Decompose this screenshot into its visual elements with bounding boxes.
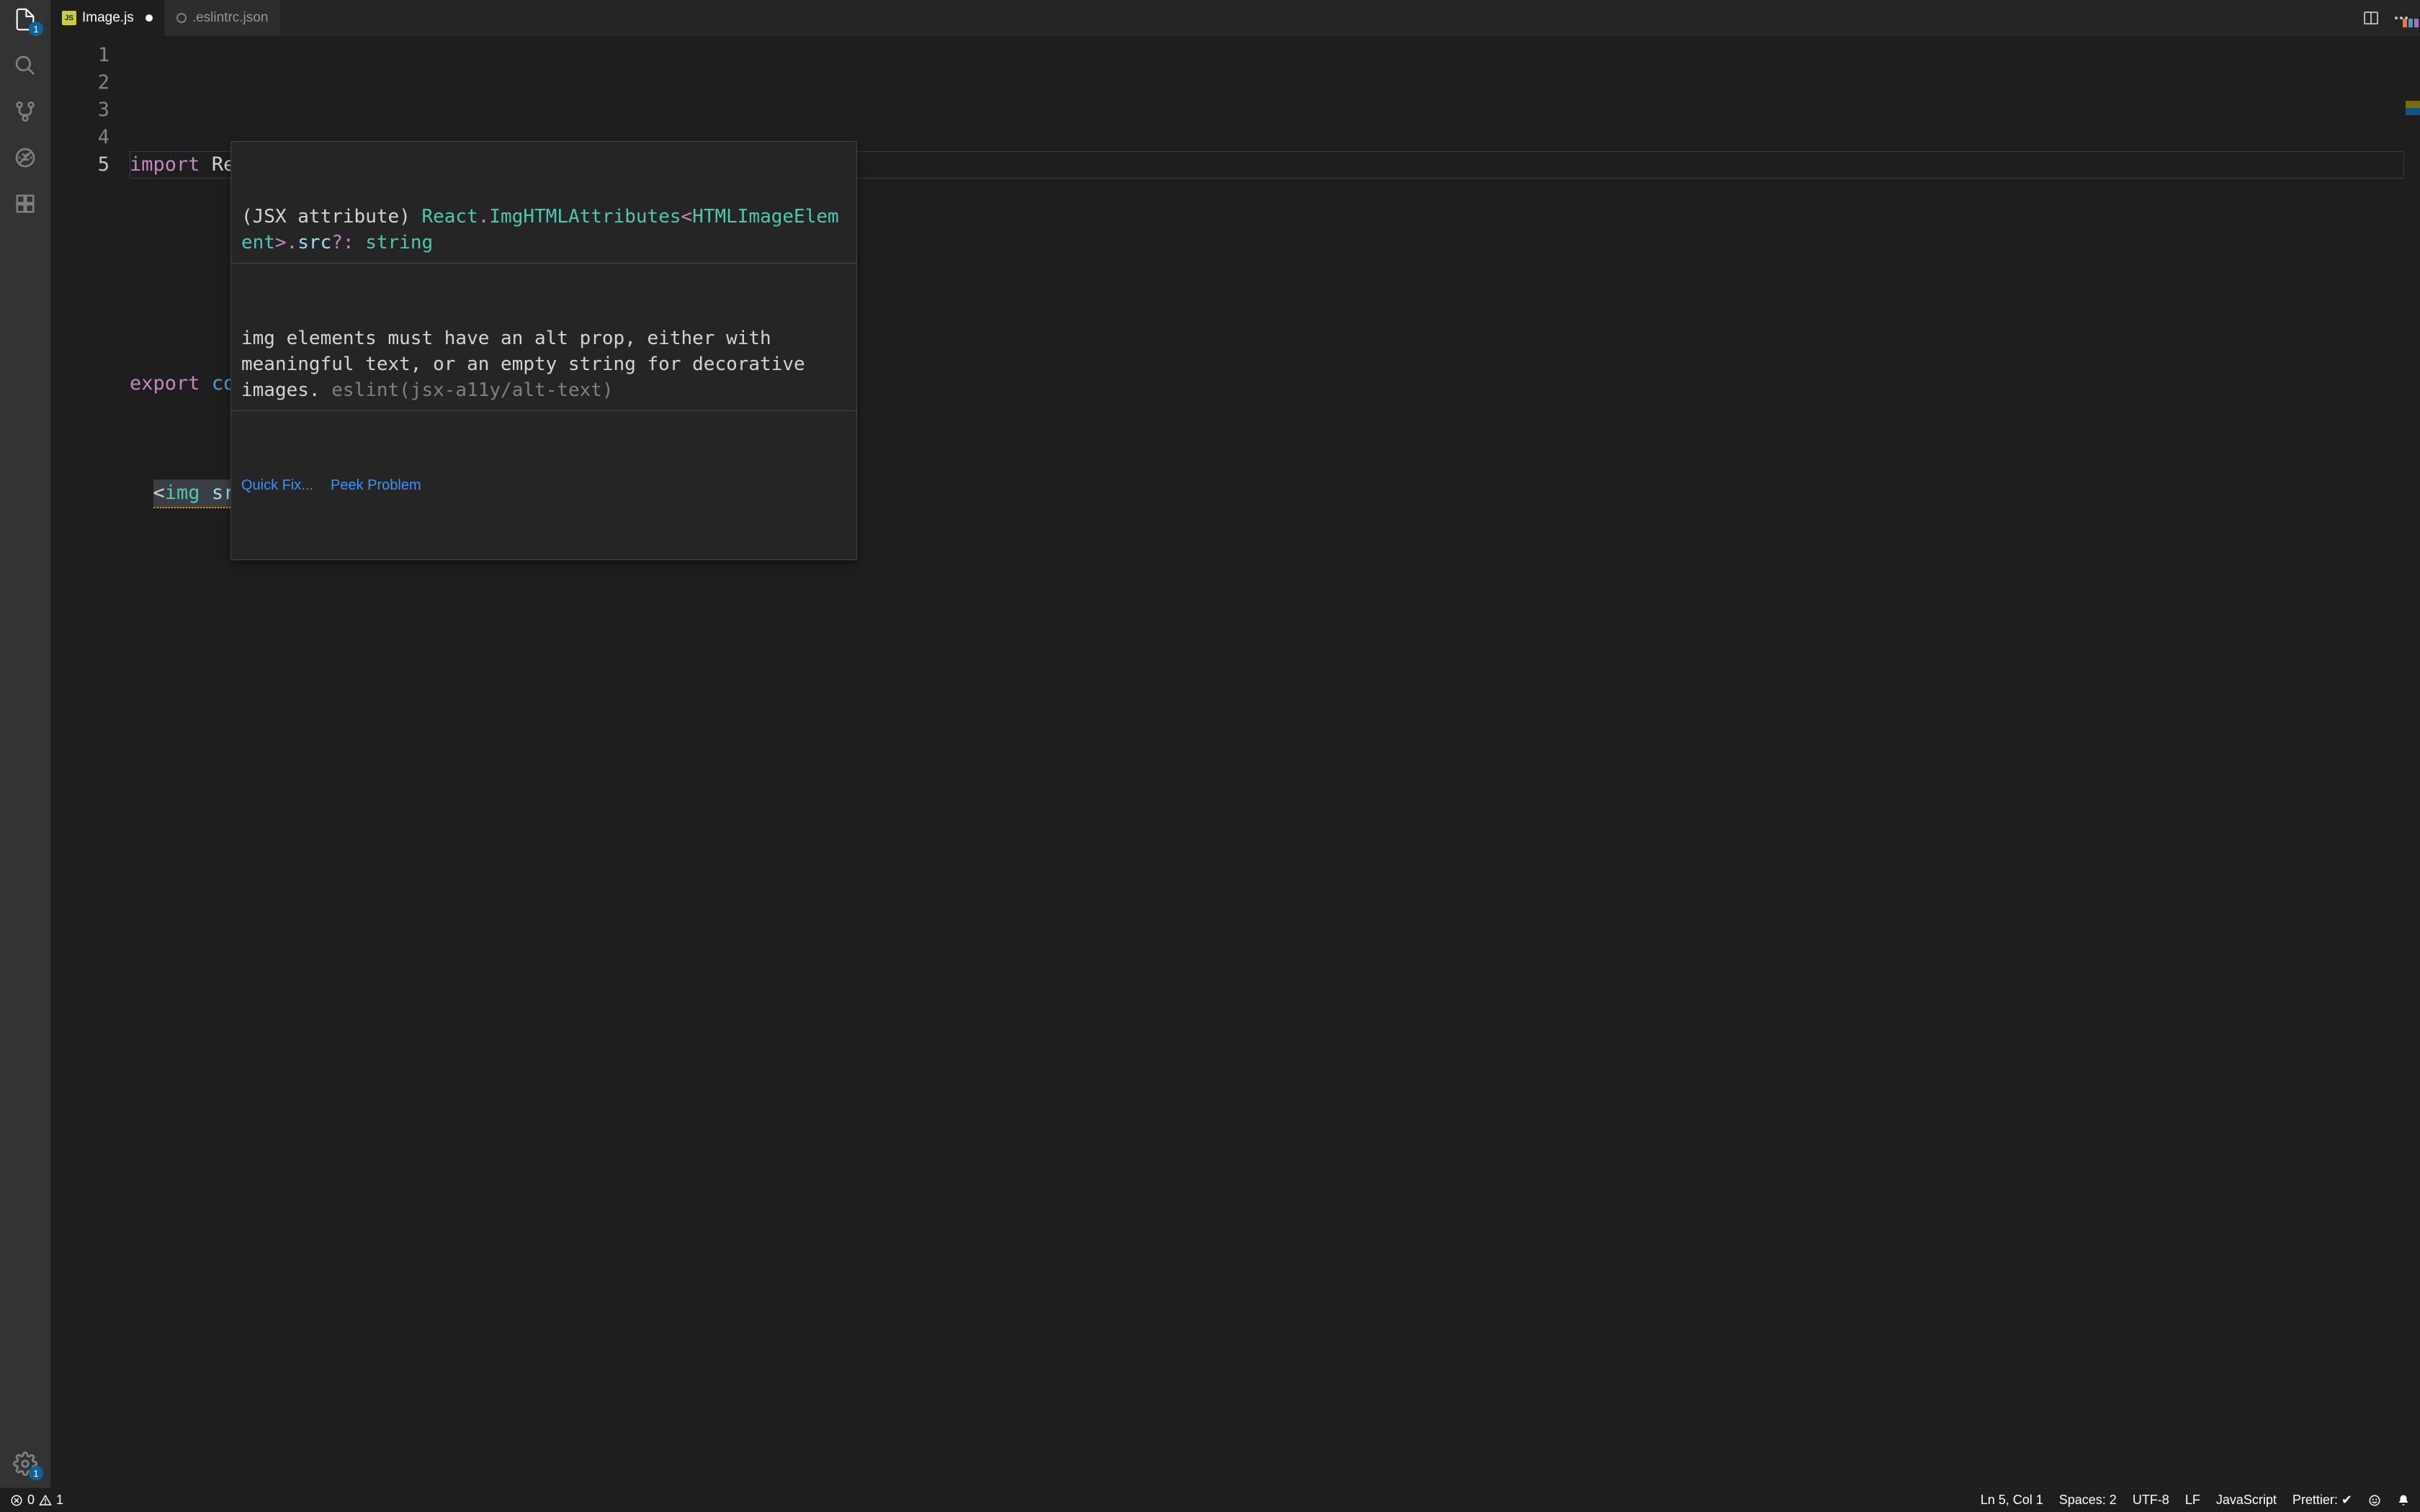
status-bar: 0 1 Ln 5, Col 1 Spaces: 2 UTF-8 LF JavaS… — [0, 1488, 2420, 1512]
tab-image-js[interactable]: JS Image.js — [50, 0, 165, 36]
source-control-icon[interactable] — [13, 99, 37, 124]
tab-label: .eslintrc.json — [192, 10, 269, 26]
explorer-badge: 1 — [29, 22, 43, 36]
info-marker-icon[interactable] — [2406, 108, 2420, 115]
hover-lint-message: img elements must have an alt prop, eith… — [231, 318, 856, 411]
settings-badge: 1 — [29, 1466, 43, 1480]
tab-eslintrc[interactable]: .eslintrc.json — [165, 0, 281, 36]
tab-actions — [2352, 0, 2420, 36]
editor-column: JS Image.js .eslintrc.json 1 2 — [50, 0, 2420, 1488]
code-area[interactable]: import React from 'react'; export const … — [130, 36, 2404, 1488]
feedback-icon[interactable] — [2368, 1494, 2381, 1507]
search-icon[interactable] — [13, 53, 37, 78]
tab-bar: JS Image.js .eslintrc.json — [50, 0, 2420, 36]
warning-count: 1 — [56, 1493, 63, 1508]
line-number: 4 — [50, 124, 109, 151]
activity-bar: 1 1 — [0, 0, 50, 1488]
indentation[interactable]: Spaces: 2 — [2059, 1493, 2117, 1508]
quick-fix-link[interactable]: Quick Fix... — [241, 472, 313, 499]
line-number: 1 — [50, 42, 109, 69]
notifications-icon[interactable] — [2397, 1494, 2410, 1507]
line-number: 2 — [50, 69, 109, 96]
code-line — [130, 589, 2404, 616]
language-mode[interactable]: JavaScript — [2216, 1493, 2277, 1508]
problems-status[interactable]: 0 1 — [10, 1493, 63, 1508]
line-number: 3 — [50, 96, 109, 124]
warning-marker-icon[interactable] — [2406, 101, 2420, 108]
json-file-icon — [176, 13, 187, 23]
settings-gear-icon[interactable]: 1 — [13, 1452, 37, 1476]
eol[interactable]: LF — [2185, 1493, 2200, 1508]
dirty-indicator-icon — [145, 14, 153, 22]
hover-links: Quick Fix... Peek Problem — [231, 466, 856, 505]
tab-label: Image.js — [82, 10, 134, 26]
hover-signature: (JSX attribute) React.ImgHTMLAttributes<… — [231, 197, 856, 264]
js-file-icon: JS — [62, 11, 76, 25]
peek-problem-link[interactable]: Peek Problem — [331, 472, 421, 499]
line-gutter: 1 2 3 4 5 — [50, 36, 130, 1488]
split-editor-icon[interactable] — [2362, 9, 2380, 27]
hover-widget: (JSX attribute) React.ImgHTMLAttributes<… — [230, 141, 857, 560]
editor-body[interactable]: 1 2 3 4 5 import React from 'react'; exp… — [50, 36, 2420, 1488]
encoding[interactable]: UTF-8 — [2133, 1493, 2169, 1508]
overview-ruler[interactable] — [2404, 36, 2420, 1488]
explorer-icon[interactable]: 1 — [13, 7, 37, 32]
extensions-icon[interactable] — [13, 192, 37, 216]
main-area: 1 1 JS Image — [0, 0, 2420, 1488]
debug-disabled-icon[interactable] — [13, 145, 37, 170]
lang-indicator-icon — [2403, 19, 2419, 27]
line-number: 5 — [50, 151, 109, 179]
error-count: 0 — [27, 1493, 35, 1508]
prettier-status[interactable]: Prettier: ✔ — [2293, 1493, 2352, 1508]
cursor-position[interactable]: Ln 5, Col 1 — [1981, 1493, 2043, 1508]
